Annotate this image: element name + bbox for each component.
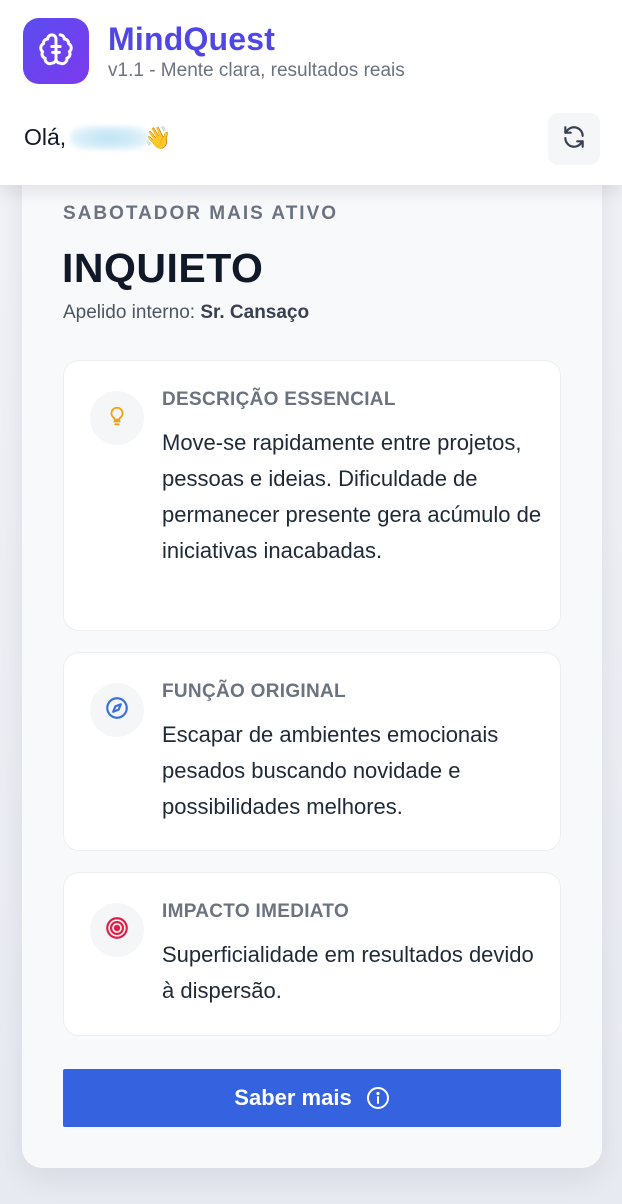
info-icon-wrap xyxy=(90,683,144,737)
learn-more-button[interactable]: Saber mais xyxy=(63,1069,561,1127)
nickname-label: Apelido interno: xyxy=(63,302,196,323)
info-heading: DESCRIÇÃO ESSENCIAL xyxy=(162,389,396,410)
app-subtitle: v1.1 - Mente clara, resultados reais xyxy=(108,60,405,81)
info-icon-wrap xyxy=(90,391,144,445)
info-box-function: FUNÇÃO ORIGINAL Escapar de ambientes emo… xyxy=(63,652,561,851)
nickname: Apelido interno: Sr. Cansaço xyxy=(63,302,309,324)
app-name: MindQuest xyxy=(108,21,276,57)
learn-more-label: Saber mais xyxy=(234,1085,352,1110)
app-header: MindQuest v1.1 - Mente clara, resultados… xyxy=(0,0,622,185)
user-name-redacted xyxy=(70,125,149,150)
greeting: Olá, 👋 xyxy=(24,124,172,151)
refresh-icon xyxy=(561,124,587,155)
info-icon-wrap xyxy=(90,903,144,957)
info-text: Escapar de ambientes emocionais pesados … xyxy=(162,722,499,819)
info-heading: FUNÇÃO ORIGINAL xyxy=(162,681,346,702)
wave-emoji: 👋 xyxy=(144,124,172,150)
refresh-button[interactable] xyxy=(548,113,600,165)
info-heading: IMPACTO IMEDIATO xyxy=(162,901,350,922)
target-icon xyxy=(104,915,130,946)
info-icon xyxy=(366,1086,390,1110)
info-text: Move-se rapidamente entre projetos, pess… xyxy=(162,430,542,563)
info-box-description: DESCRIÇÃO ESSENCIAL Move-se rapidamente … xyxy=(63,360,561,631)
info-text: Superficialidade em resultados devido à … xyxy=(162,942,534,1003)
brain-icon xyxy=(36,29,76,74)
section-label: SABOTADOR MAIS ATIVO xyxy=(63,203,339,224)
brand-text: MindQuest v1.1 - Mente clara, resultados… xyxy=(108,20,405,82)
saboteur-title: INQUIETO xyxy=(62,245,264,291)
app-logo[interactable] xyxy=(23,18,89,84)
lightbulb-icon xyxy=(106,403,128,434)
info-box-impact: IMPACTO IMEDIATO Superficialidade em res… xyxy=(63,872,561,1036)
brand: MindQuest v1.1 - Mente clara, resultados… xyxy=(23,18,405,84)
greeting-text: Olá, xyxy=(24,124,67,150)
nickname-value: Sr. Cansaço xyxy=(200,302,310,323)
compass-icon xyxy=(104,695,130,726)
saboteur-card: SABOTADOR MAIS ATIVO INQUIETO Apelido in… xyxy=(22,150,602,1168)
